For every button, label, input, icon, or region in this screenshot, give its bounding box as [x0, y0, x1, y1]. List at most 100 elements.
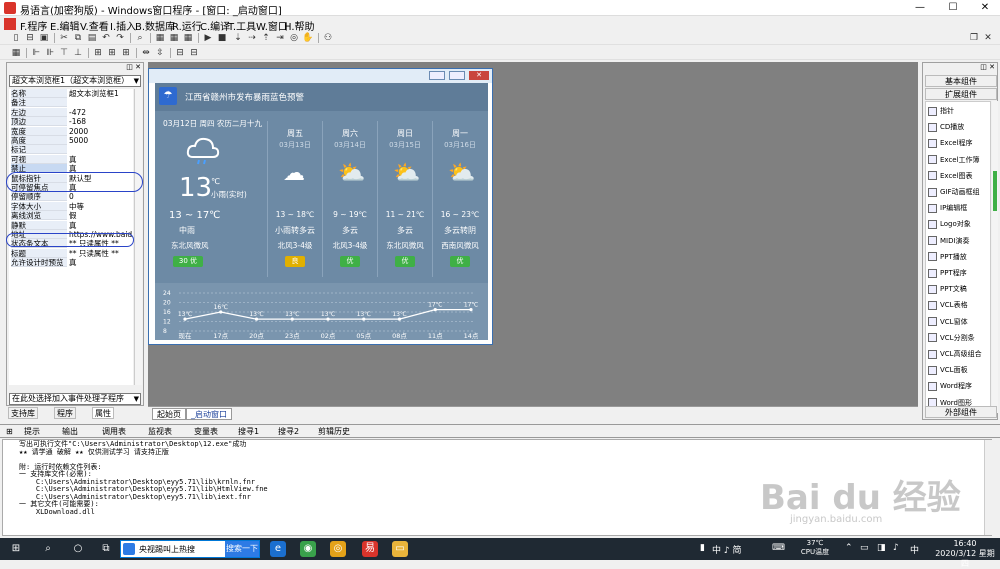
battery-icon[interactable]: ▭ [860, 543, 869, 553]
property-row[interactable]: 标记 [9, 145, 133, 155]
external-components-button[interactable]: 外部组件 [925, 406, 997, 418]
property-row[interactable]: 标题 ** 只读属性 ** [9, 248, 133, 258]
component-item[interactable]: MIDI演奏 [928, 234, 990, 248]
property-value[interactable]: 2000 [69, 127, 133, 136]
close-button[interactable]: ✕ [970, 1, 1000, 15]
component-item[interactable]: VCL面板 [928, 363, 990, 377]
search-button[interactable]: 搜索一下 [225, 541, 259, 557]
tab-search1[interactable]: 搜寻1 [236, 426, 261, 438]
tab-call-table[interactable]: 调用表 [100, 426, 128, 438]
center-h-icon[interactable]: ⊟ [174, 47, 186, 59]
new-icon[interactable]: ▯ [10, 32, 22, 44]
tab-support-lib[interactable]: 支持库 [8, 407, 38, 419]
tab-clip-history[interactable]: 剪辑历史 [316, 426, 352, 438]
property-row[interactable]: 高度 5000 [9, 136, 133, 145]
output-scrollbar[interactable] [984, 440, 992, 535]
property-value[interactable]: -168 [69, 117, 133, 126]
property-value[interactable]: ** 只读属性 ** [69, 249, 133, 258]
search-icon[interactable]: ⌕ [40, 541, 56, 557]
component-item[interactable]: Excel图表 [928, 169, 990, 183]
property-row[interactable]: 静默真 [9, 220, 133, 230]
property-value[interactable]: 真 [69, 221, 133, 230]
same-width-icon[interactable]: ⊞ [92, 47, 104, 59]
property-row[interactable]: 备注 [9, 98, 133, 108]
component-item[interactable]: PPT文稿 [928, 282, 990, 296]
breakpoint-icon[interactable]: ◎ [288, 32, 300, 44]
property-row[interactable]: 名称 超文本浏览框1 [9, 89, 133, 98]
property-value[interactable]: -472 [69, 108, 133, 117]
property-row[interactable]: 左边 -472 [9, 107, 133, 117]
align-top-icon[interactable]: ⊤ [58, 47, 70, 59]
component-item[interactable]: PPT程序 [928, 266, 990, 280]
step-over-icon[interactable]: ⇢ [246, 32, 258, 44]
hand-icon[interactable]: ✋ [302, 32, 314, 44]
windows-start-icon[interactable]: ⊞ [8, 541, 24, 557]
find-icon[interactable]: ⌕ [134, 32, 146, 44]
binoculars-icon[interactable]: ⚇ [322, 32, 334, 44]
tab-search2[interactable]: 搜寻2 [276, 426, 301, 438]
keyboard-icon[interactable]: ⌨ [772, 543, 785, 553]
run-icon[interactable]: ▶ [202, 32, 214, 44]
tab-startup-window[interactable]: _启动窗口 [186, 408, 232, 420]
folder-icon[interactable]: ▭ [392, 541, 408, 557]
open-icon[interactable]: ⊟ [24, 32, 36, 44]
tab-output[interactable]: 输出 [60, 426, 80, 438]
property-row[interactable]: 字体大小 中等 [9, 201, 133, 211]
green-app-icon[interactable]: ◉ [300, 541, 316, 557]
event-combo[interactable]: 在此处选择加入事件处理子程序 ▼ [9, 393, 141, 405]
component-item[interactable]: IP编辑框 [928, 201, 990, 215]
property-value[interactable]: 假 [69, 211, 133, 220]
property-value[interactable]: 5000 [69, 136, 133, 145]
basic-components-button[interactable]: 基本组件 [925, 75, 997, 87]
property-row[interactable]: 允许设计时预览真 [9, 258, 133, 268]
property-row[interactable]: 停留顺序 0 [9, 192, 133, 202]
step-out-icon[interactable]: ⇡ [260, 32, 272, 44]
tab-start-page[interactable]: 起始页 [152, 408, 186, 420]
align-left-icon[interactable]: ⊩ [30, 47, 42, 59]
component-item[interactable]: VCL分割条 [928, 331, 990, 345]
property-value[interactable]: 真 [69, 258, 133, 267]
pin-icon[interactable]: ⊞ [4, 426, 15, 438]
property-value[interactable] [69, 98, 133, 107]
tab-watch-table[interactable]: 监视表 [146, 426, 174, 438]
run-to-icon[interactable]: ⇥ [274, 32, 286, 44]
close-doc-icon[interactable]: ✕ [982, 32, 994, 44]
minimize-button[interactable]: — [905, 1, 935, 15]
component-combo[interactable]: 超文本浏览框1（超文本浏览框） ▼ [9, 75, 141, 87]
property-value[interactable] [69, 145, 133, 154]
tab-program[interactable]: 程序 [54, 407, 76, 419]
chrome-icon[interactable]: ◎ [330, 541, 346, 557]
property-row[interactable]: 可视真 [9, 154, 133, 164]
window-layout2-icon[interactable]: ▦ [168, 32, 180, 44]
component-item[interactable]: Word程序 [928, 379, 990, 393]
property-value[interactable]: 真 [69, 155, 133, 164]
tab-property[interactable]: 属性 [92, 407, 114, 419]
align-center-icon[interactable]: ⊪ [44, 47, 56, 59]
save-icon[interactable]: ▣ [38, 32, 50, 44]
extended-components-button[interactable]: 扩展组件 [925, 88, 997, 100]
step-into-icon[interactable]: ⇣ [232, 32, 244, 44]
stop-icon[interactable]: ■ [216, 32, 228, 44]
redo-icon[interactable]: ↷ [114, 32, 126, 44]
same-size-icon[interactable]: ⊞ [120, 47, 132, 59]
property-row[interactable]: 离线浏览假 [9, 211, 133, 221]
restore-doc-icon[interactable]: ❐ [968, 32, 980, 44]
paste-icon[interactable]: ▤ [86, 32, 98, 44]
ime-indicator[interactable]: 中 ♪ 简 [712, 543, 741, 556]
align-bottom-icon[interactable]: ⊥ [72, 47, 84, 59]
eyuyan-icon[interactable]: 易 [362, 541, 378, 557]
copy-icon[interactable]: ⧉ [72, 32, 84, 44]
hspace-icon[interactable]: ⇹ [140, 47, 152, 59]
component-item[interactable]: VCL高级组合 [928, 347, 990, 361]
volume-icon[interactable]: ♪ [893, 543, 899, 553]
same-height-icon[interactable]: ⊞ [106, 47, 118, 59]
center-v-icon[interactable]: ⊟ [188, 47, 200, 59]
cortana-icon[interactable]: ○ [70, 541, 86, 557]
ime-icon[interactable]: 中 [910, 543, 919, 556]
component-item[interactable]: CD播放 [928, 120, 990, 134]
component-item[interactable]: Excel程序 [928, 136, 990, 150]
window-layout-icon[interactable]: ▦ [154, 32, 166, 44]
panel-pin-icon[interactable]: ◫ ✕ [126, 63, 141, 71]
component-item[interactable]: 指针 [928, 104, 990, 118]
grid-icon[interactable]: ▦ [10, 47, 22, 59]
